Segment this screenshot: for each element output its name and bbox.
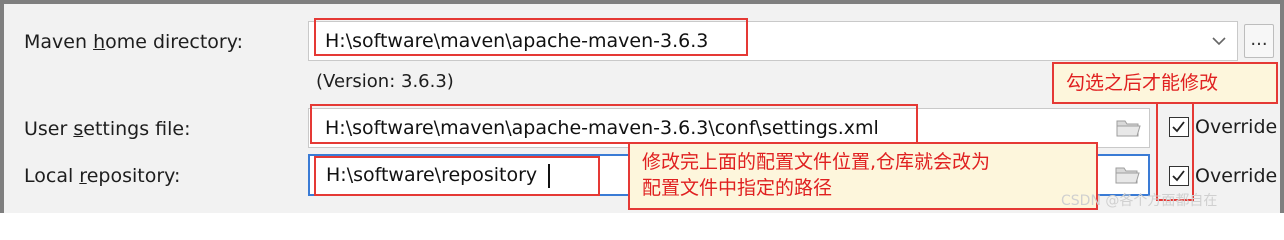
- repository-note-line2: 配置文件中指定的路径: [642, 177, 833, 199]
- user-settings-label: User settings file:: [24, 118, 191, 140]
- repository-annotation-note: 修改完上面的配置文件位置,仓库就会改为 配置文件中指定的路径: [628, 142, 1098, 210]
- folder-icon[interactable]: [1115, 117, 1141, 139]
- checkbox-annotation-note: 勾选之后才能修改: [1052, 62, 1278, 104]
- local-repository-label: Local repository:: [24, 165, 181, 187]
- chevron-down-icon[interactable]: [1209, 31, 1229, 51]
- repository-note-line1: 修改完上面的配置文件位置,仓库就会改为: [642, 151, 991, 173]
- user-settings-override-label[interactable]: Override: [1195, 116, 1277, 138]
- local-repository-override-label[interactable]: Override: [1195, 165, 1277, 187]
- highlight-box-override-checkboxes: [1156, 101, 1194, 201]
- highlight-box-maven-home: [314, 18, 748, 56]
- folder-icon[interactable]: [1114, 164, 1140, 186]
- highlight-box-local-repository: [314, 156, 600, 196]
- watermark: CSDN @各个方面都自在: [1061, 193, 1218, 209]
- maven-home-label: Maven home directory:: [24, 31, 243, 53]
- maven-version-text: (Version: 3.6.3): [316, 71, 454, 92]
- maven-settings-panel: Maven home directory: H:\software\maven\…: [0, 0, 1284, 213]
- browse-button[interactable]: ...: [1244, 24, 1274, 58]
- highlight-box-user-settings: [310, 104, 918, 144]
